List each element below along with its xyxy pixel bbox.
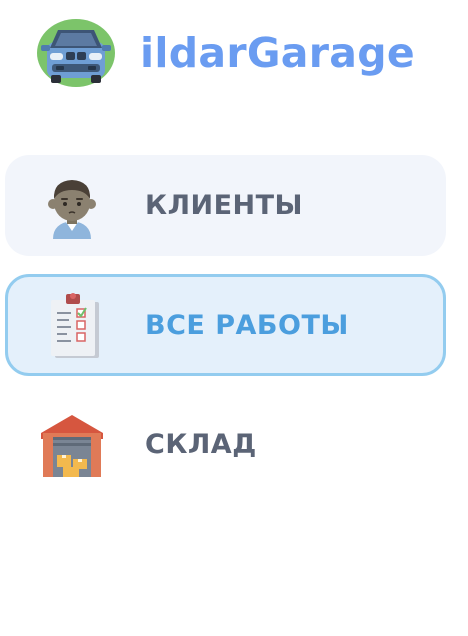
menu-item-label: КЛИЕНТЫ	[145, 190, 304, 221]
car-icon	[37, 19, 115, 87]
app-title: ildarGarage	[140, 28, 416, 77]
warehouse-icon	[41, 415, 103, 477]
menu-item-label: ВСЕ РАБОТЫ	[145, 309, 349, 341]
menu-item-label: СКЛАД	[145, 428, 257, 460]
menu-item-clients[interactable]: КЛИЕНТЫ	[5, 155, 446, 256]
person-avatar-icon	[48, 179, 96, 239]
menu-item-warehouse[interactable]: СКЛАД	[5, 400, 446, 488]
app-header: ildarGarage	[36, 18, 415, 88]
menu-item-all-works[interactable]: ВСЕ РАБОТЫ	[5, 274, 446, 376]
clipboard-checklist-icon	[51, 293, 99, 358]
